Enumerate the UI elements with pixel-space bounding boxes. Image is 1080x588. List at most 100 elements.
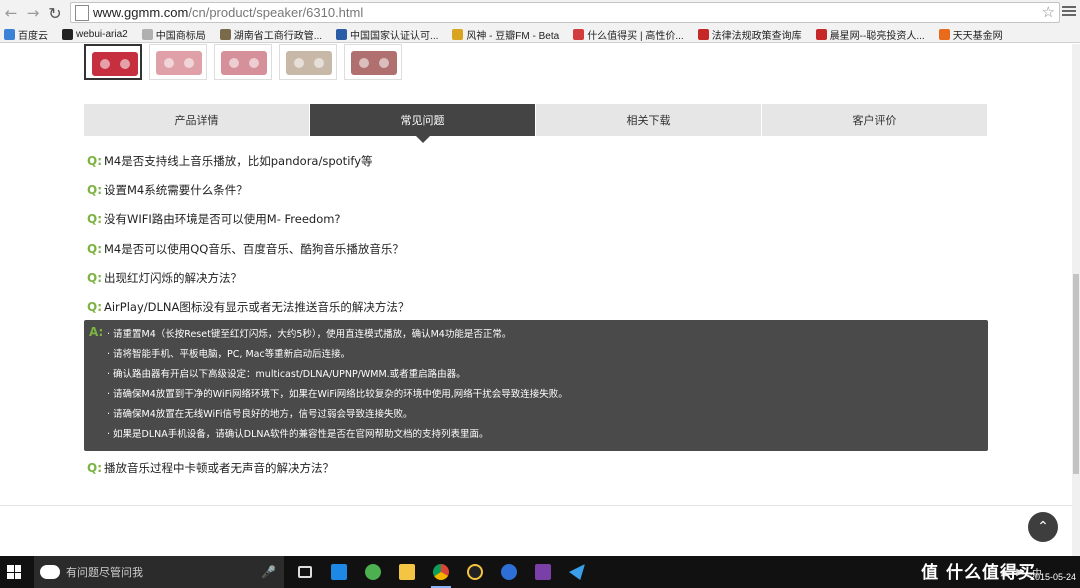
faq-question[interactable]: Q: M4是否支持线上音乐播放，比如pandora/spotify等 bbox=[87, 152, 967, 170]
page-scrollbar[interactable] bbox=[1072, 44, 1080, 556]
page-icon bbox=[75, 4, 89, 21]
bookmark-label: 风神 - 豆瓣FM - Beta bbox=[466, 30, 560, 42]
answer-mark: A: bbox=[89, 325, 104, 339]
tab-reviews[interactable]: 客户评价 bbox=[762, 104, 988, 136]
bookmark-label: 什么值得买 | 高性价... bbox=[587, 30, 684, 42]
start-button[interactable] bbox=[0, 556, 28, 588]
bookmark-label: webui-aria2 bbox=[76, 28, 128, 40]
favicon-icon bbox=[697, 28, 709, 40]
question-text: 设置M4系统需要什么条件？ bbox=[104, 183, 248, 197]
bookmark-label: 中国商标局 bbox=[155, 30, 206, 42]
task-view-icon[interactable] bbox=[292, 559, 318, 585]
bookmark-item[interactable]: 天天基金网 bbox=[935, 27, 1003, 42]
bookmark-item[interactable]: 百度云 bbox=[0, 27, 48, 42]
bookmark-item[interactable]: 湖南省工商行政管... bbox=[216, 27, 322, 42]
taskbar: 有问题尽管问我 🎤 ▲ ▶ 中 值 什么值得买 2015-05-24 bbox=[0, 556, 1080, 588]
xbox-app-icon[interactable] bbox=[360, 559, 386, 585]
qq-icon[interactable] bbox=[462, 559, 488, 585]
question-text: 没有WIFI路由环境是否可以使用M- Freedom? bbox=[104, 212, 341, 226]
bookmark-label: 中国国家认证认可... bbox=[350, 30, 439, 42]
bookmark-item[interactable]: 风神 - 豆瓣FM - Beta bbox=[448, 27, 559, 42]
bookmark-label: 湖南省工商行政管... bbox=[233, 30, 323, 42]
scroll-to-top-icon[interactable]: ⌃ bbox=[1028, 512, 1058, 542]
favicon-icon bbox=[219, 28, 231, 40]
back-arrow-icon[interactable]: ← bbox=[0, 2, 22, 24]
reload-icon[interactable]: ↻ bbox=[44, 2, 66, 24]
favicon-icon bbox=[62, 28, 73, 40]
watermark-logo: 值 什么值得买 bbox=[921, 563, 1036, 583]
microphone-icon[interactable]: 🎤 bbox=[261, 565, 276, 579]
faq-question[interactable]: Q: 没有WIFI路由环境是否可以使用M- Freedom? bbox=[87, 210, 967, 228]
answer-line: · 确认路由器有开启以下高级设定：multicast/DLNA/UPNP/WMM… bbox=[107, 369, 466, 380]
tab-product-details[interactable]: 产品详情 bbox=[84, 104, 310, 136]
question-text: 出现红灯闪烁的解决方法？ bbox=[104, 271, 242, 285]
favicon-icon bbox=[452, 28, 464, 40]
favicon-icon bbox=[573, 28, 585, 40]
question-text: M4是否支持线上音乐播放，比如pandora/spotify等 bbox=[104, 154, 373, 168]
store-app-icon[interactable] bbox=[326, 559, 352, 585]
product-thumbnails bbox=[84, 44, 409, 80]
answer-line: · 请确保M4放置到干净的WiFi网络环境下，如果在WiFi网络比较复杂的环境中… bbox=[107, 389, 568, 400]
faq-question[interactable]: Q: 播放音乐过程中卡顿或者无声音的解决方法？ bbox=[87, 459, 967, 477]
answer-line: · 请确保M4放置在无线WiFi信号良好的地方，信号过弱会导致连接失败。 bbox=[107, 409, 413, 420]
clock-date: 2015-05-24 bbox=[1029, 572, 1076, 582]
question-mark: Q: bbox=[87, 300, 102, 314]
browser-toolbar: ← → ↻ www.ggmm.com/cn/product/speaker/63… bbox=[0, 0, 1080, 26]
question-mark: Q: bbox=[87, 271, 102, 285]
bookmark-item[interactable]: 中国商标局 bbox=[138, 27, 206, 42]
faq-question[interactable]: Q: AirPlay/DLNA图标没有显示或者无法推送音乐的解决方法？ bbox=[87, 298, 967, 316]
answer-line: · 如果是DLNA手机设备，请确认DLNA软件的兼容性是否在官网帮助文档的支持列… bbox=[107, 429, 489, 440]
bird-app-icon[interactable] bbox=[564, 559, 590, 585]
question-text: M4是否可以使用QQ音乐、百度音乐、酷狗音乐播放音乐？ bbox=[104, 242, 404, 256]
question-mark: Q: bbox=[87, 461, 102, 475]
favicon-icon bbox=[4, 28, 15, 40]
thumbnail-3[interactable] bbox=[214, 44, 272, 80]
browser-app-icon[interactable] bbox=[496, 559, 522, 585]
chrome-icon[interactable] bbox=[428, 559, 454, 588]
faq-question[interactable]: Q: 出现红灯闪烁的解决方法？ bbox=[87, 269, 967, 287]
answer-line: · 请重置M4（长按Reset键至红灯闪烁，大约5秒），使用直连模式播放，确认M… bbox=[107, 329, 512, 340]
address-bar[interactable]: www.ggmm.com/cn/product/speaker/6310.htm… bbox=[70, 2, 1060, 23]
chat-bubble-icon bbox=[40, 565, 60, 579]
question-text: 播放音乐过程中卡顿或者无声音的解决方法？ bbox=[104, 461, 334, 475]
windows-logo-icon bbox=[7, 565, 21, 579]
thumbnail-4[interactable] bbox=[279, 44, 337, 80]
bookmark-item[interactable]: 晨星网--聪亮投资人... bbox=[812, 27, 925, 42]
thumbnail-5[interactable] bbox=[344, 44, 402, 80]
favicon-icon bbox=[938, 28, 950, 40]
product-tabs: 产品详情 常见问题 相关下载 客户评价 bbox=[84, 104, 988, 143]
bookmark-label: 晨星网--聪亮投资人... bbox=[829, 30, 925, 42]
screen: ← → ↻ www.ggmm.com/cn/product/speaker/63… bbox=[0, 0, 1080, 588]
question-mark: Q: bbox=[87, 242, 102, 256]
faq-question[interactable]: Q: 设置M4系统需要什么条件？ bbox=[87, 181, 967, 199]
scrollbar-thumb[interactable] bbox=[1073, 274, 1079, 474]
bookmark-label: 天天基金网 bbox=[952, 30, 1003, 42]
tab-downloads[interactable]: 相关下载 bbox=[536, 104, 762, 136]
faq-answer: A: · 请重置M4（长按Reset键至红灯闪烁，大约5秒），使用直连模式播放，… bbox=[84, 320, 988, 451]
bookmarks-bar: 百度云 webui-aria2 中国商标局 湖南省工商行政管... 中国国家认证认可..… bbox=[0, 26, 1080, 43]
cortana-search-box[interactable]: 有问题尽管问我 🎤 bbox=[34, 556, 284, 588]
tab-faq[interactable]: 常见问题 bbox=[310, 104, 536, 143]
bookmark-label: 法律法规政策查询库 bbox=[711, 30, 802, 42]
thumbnail-2[interactable] bbox=[149, 44, 207, 80]
question-mark: Q: bbox=[87, 154, 102, 168]
answer-line: · 请将智能手机、平板电脑，PC, Mac等重新启动后连接。 bbox=[107, 349, 351, 360]
favicon-icon bbox=[815, 28, 827, 40]
faq-question[interactable]: Q: M4是否可以使用QQ音乐、百度音乐、酷狗音乐播放音乐？ bbox=[87, 240, 967, 258]
search-placeholder: 有问题尽管问我 bbox=[66, 566, 143, 579]
bookmark-item[interactable]: 法律法规政策查询库 bbox=[694, 27, 802, 42]
file-explorer-icon[interactable] bbox=[394, 559, 420, 585]
onenote-icon[interactable] bbox=[530, 559, 556, 585]
bookmark-item[interactable]: 中国国家认证认可... bbox=[332, 27, 438, 42]
thumbnail-1[interactable] bbox=[84, 44, 142, 80]
question-mark: Q: bbox=[87, 183, 102, 197]
favicon-icon bbox=[336, 28, 348, 40]
footer-divider bbox=[0, 505, 1080, 506]
bookmark-item[interactable]: 什么值得买 | 高性价... bbox=[569, 27, 684, 42]
favicon-icon bbox=[141, 28, 153, 40]
forward-arrow-icon[interactable]: → bbox=[22, 2, 44, 24]
menu-icon[interactable] bbox=[1062, 4, 1076, 18]
bookmark-star-icon[interactable]: ☆ bbox=[1042, 3, 1055, 21]
question-mark: Q: bbox=[87, 212, 102, 226]
bookmark-item[interactable]: webui-aria2 bbox=[58, 28, 128, 40]
